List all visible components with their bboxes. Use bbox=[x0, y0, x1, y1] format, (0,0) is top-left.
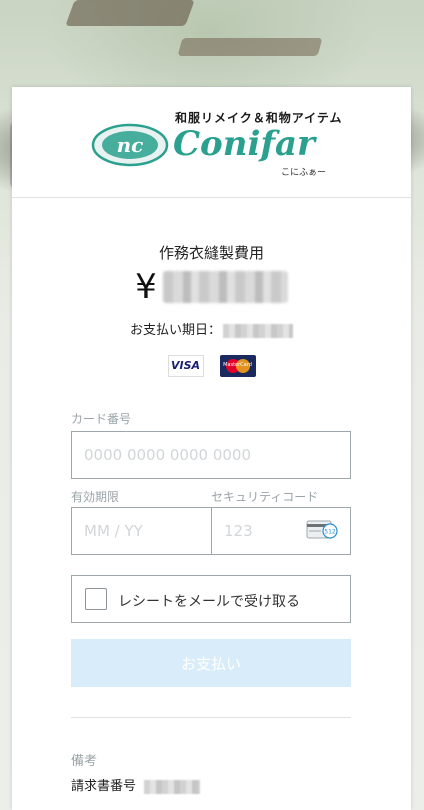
invoice-number-redacted bbox=[144, 779, 201, 794]
expiry-placeholder: MM / YY bbox=[84, 522, 143, 540]
card-number-label: カード番号 bbox=[71, 412, 132, 426]
due-date-row: お支払い期日： bbox=[12, 319, 411, 338]
card-number-input[interactable]: 0000 0000 0000 0000 bbox=[71, 431, 351, 479]
receipt-email-checkbox[interactable] bbox=[85, 588, 107, 610]
remarks-heading: 備考 bbox=[71, 754, 98, 769]
invoice-number-row: 請求書番号 bbox=[71, 775, 201, 794]
bench-shape bbox=[65, 0, 195, 26]
cvc-placeholder: 123 bbox=[224, 522, 253, 540]
expiry-input[interactable]: MM / YY bbox=[71, 507, 212, 555]
due-date-label: お支払い期日： bbox=[129, 323, 221, 338]
visa-logo-icon: VISA bbox=[167, 355, 204, 377]
card-header: 和服リメイク＆和物アイテム nc Conifar こにふぁー bbox=[12, 87, 411, 198]
currency-symbol: ¥ bbox=[135, 267, 157, 307]
mastercard-logo-text: MasterCard bbox=[223, 362, 252, 368]
bench-shape bbox=[177, 38, 323, 56]
mastercard-logo-icon: MasterCard bbox=[219, 355, 256, 377]
divider bbox=[71, 717, 351, 718]
due-date-redacted bbox=[223, 323, 293, 338]
brand-emblem-text: nc bbox=[117, 133, 144, 157]
brand-kana: こにふぁー bbox=[281, 168, 327, 178]
checkout-card: 和服リメイク＆和物アイテム nc Conifar こにふぁー 作務衣縫製費用 ¥… bbox=[12, 87, 411, 810]
brand-name: Conifar bbox=[173, 124, 315, 164]
pay-button[interactable]: お支払い bbox=[71, 639, 351, 687]
amount-redacted bbox=[162, 271, 288, 303]
card-brands: VISA MasterCard bbox=[12, 355, 411, 377]
cvc-icon-text: 512 bbox=[324, 529, 336, 536]
brand-emblem-icon: nc bbox=[91, 123, 169, 167]
cvc-input[interactable]: 123 512 bbox=[211, 507, 351, 555]
brand-logo: 和服リメイク＆和物アイテム nc Conifar こにふぁー bbox=[87, 107, 347, 178]
payment-title: 作務衣縫製費用 bbox=[158, 244, 264, 262]
payment-amount: ¥ bbox=[12, 267, 411, 307]
receipt-email-label: レシートをメールで受け取る bbox=[118, 594, 300, 610]
card-number-placeholder: 0000 0000 0000 0000 bbox=[84, 446, 251, 464]
cvc-card-icon: 512 bbox=[306, 520, 338, 539]
receipt-email-option[interactable]: レシートをメールで受け取る bbox=[71, 575, 351, 623]
invoice-number-label: 請求書番号 bbox=[71, 779, 137, 794]
cvc-label: セキュリティコード bbox=[211, 490, 319, 504]
expiry-label: 有効期限 bbox=[71, 490, 120, 504]
